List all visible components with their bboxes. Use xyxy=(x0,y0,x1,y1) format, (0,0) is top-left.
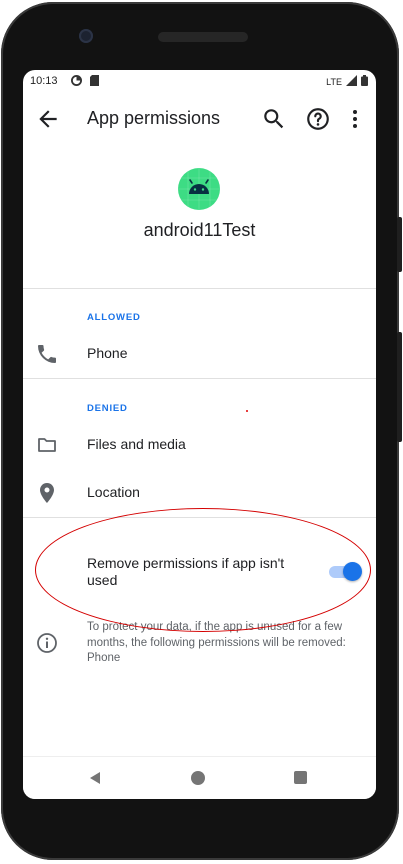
sim-card-icon xyxy=(90,75,99,89)
permission-label: Files and media xyxy=(87,436,186,452)
divider xyxy=(23,288,376,289)
front-camera xyxy=(79,29,93,43)
app-name: android11Test xyxy=(143,220,256,240)
nav-recents-icon[interactable] xyxy=(294,771,307,784)
location-pin-icon xyxy=(35,481,59,505)
help-icon[interactable] xyxy=(305,106,331,132)
nav-home-icon[interactable] xyxy=(191,771,205,785)
nav-back-icon[interactable] xyxy=(88,771,102,790)
denied-section-header: DENIED xyxy=(87,403,128,414)
power-button xyxy=(397,217,402,272)
status-bar: 10:13 LTE xyxy=(23,70,376,92)
volume-button xyxy=(397,332,402,442)
phone-screen: 10:13 LTE App permissions android11Test … xyxy=(23,70,376,799)
permission-label: Location xyxy=(87,484,140,500)
back-arrow-icon[interactable] xyxy=(35,106,61,132)
permission-row-files-and-media[interactable]: Files and media xyxy=(23,423,376,467)
divider xyxy=(23,378,376,379)
red-annotation-ellipse xyxy=(35,508,371,632)
battery-icon xyxy=(361,75,368,88)
folder-icon xyxy=(35,433,59,457)
permission-label: Phone xyxy=(87,345,128,361)
status-time: 10:13 xyxy=(30,75,58,87)
app-bar: App permissions xyxy=(23,92,376,148)
earpiece-speaker xyxy=(158,32,248,42)
signal-icon xyxy=(346,75,357,88)
red-annotation-dot xyxy=(246,410,248,412)
permission-row-phone[interactable]: Phone xyxy=(23,332,376,376)
phone-icon xyxy=(35,342,59,366)
allowed-section-header: ALLOWED xyxy=(87,312,141,323)
status-right: LTE xyxy=(326,75,368,88)
data-saver-icon xyxy=(71,75,82,89)
info-icon xyxy=(35,631,59,655)
search-icon[interactable] xyxy=(261,106,287,132)
more-options-icon[interactable] xyxy=(345,106,365,132)
system-nav-bar xyxy=(23,756,376,799)
network-type: LTE xyxy=(326,76,342,87)
android-app-icon xyxy=(178,168,220,210)
page-title: App permissions xyxy=(87,108,221,128)
